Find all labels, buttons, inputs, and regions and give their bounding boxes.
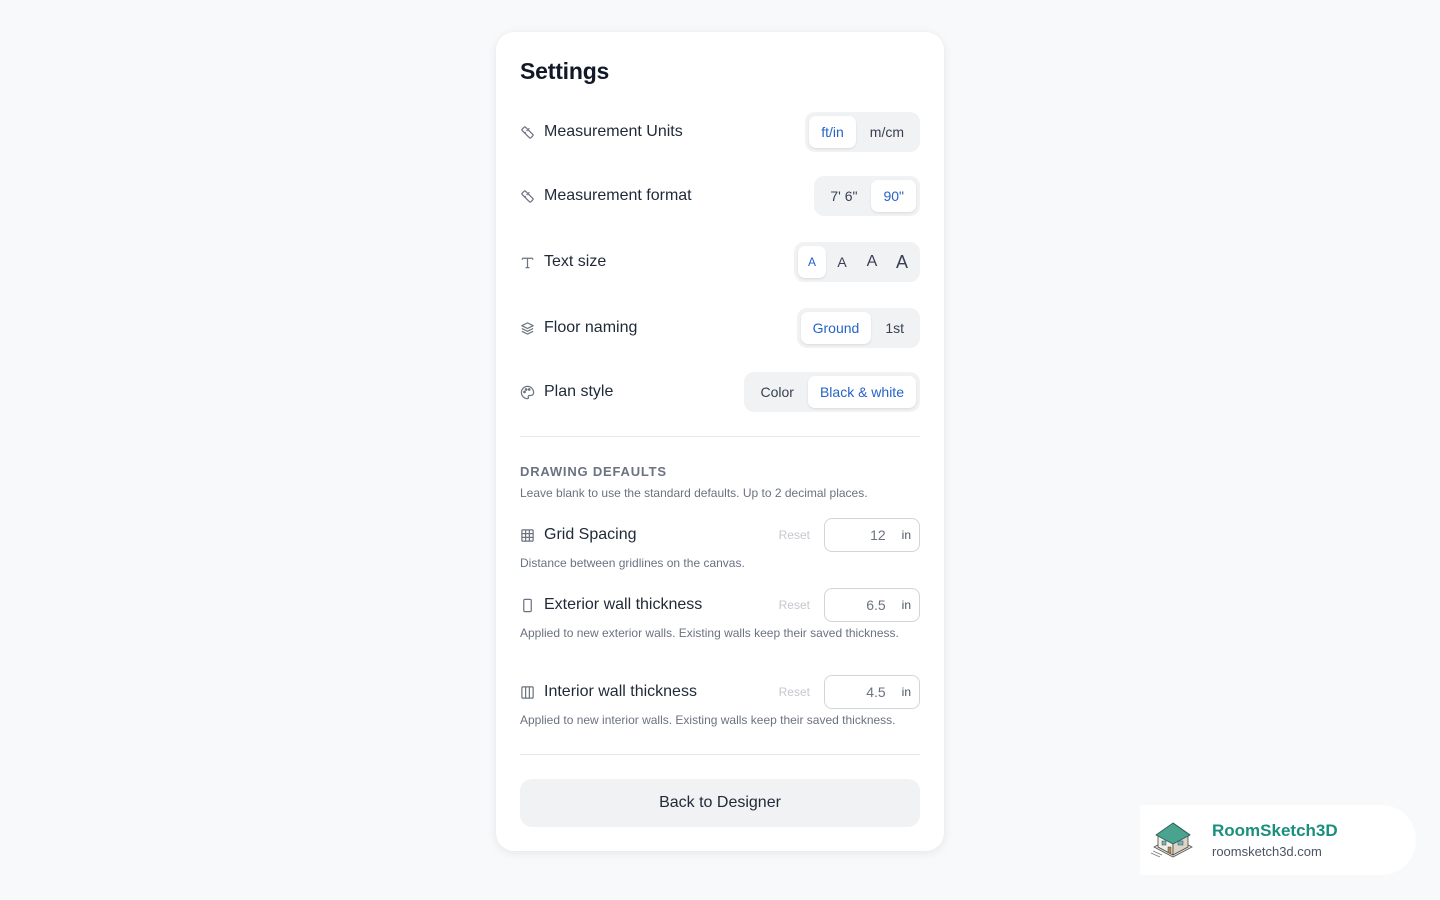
brand-name: RoomSketch3D — [1212, 821, 1338, 840]
grid-spacing-reset[interactable]: Reset — [779, 528, 810, 542]
text-size-icon — [520, 255, 535, 270]
interior-wall-input[interactable] — [829, 684, 886, 700]
exterior-wall-help: Applied to new exterior walls. Existing … — [520, 626, 899, 640]
house-logo-icon — [1148, 817, 1198, 863]
floor-option-ground[interactable]: Ground — [800, 312, 872, 344]
exterior-wall-reset[interactable]: Reset — [779, 598, 810, 612]
measurement-units-row: Measurement Units ft/in m/cm — [520, 112, 920, 152]
page-title: Settings — [520, 58, 610, 84]
drawing-defaults-title: DRAWING DEFAULTS — [520, 464, 667, 479]
grid-icon — [520, 528, 535, 543]
grid-spacing-input[interactable] — [829, 527, 886, 543]
palette-icon — [520, 385, 535, 400]
format-option-inches[interactable]: 90" — [871, 180, 916, 212]
exterior-wall-label: Exterior wall thickness — [544, 596, 703, 613]
plan-style-option-bw[interactable]: Black & white — [807, 376, 916, 408]
measurement-units-label: Measurement Units — [544, 123, 683, 140]
measurement-units-toggle: ft/in m/cm — [805, 112, 920, 152]
plan-style-label: Plan style — [544, 383, 614, 400]
layers-icon — [520, 321, 535, 336]
units-option-m-cm[interactable]: m/cm — [858, 116, 916, 148]
exterior-wall-field: in — [824, 588, 920, 622]
grid-spacing-label: Grid Spacing — [544, 526, 637, 543]
divider — [520, 754, 920, 755]
plan-style-option-color[interactable]: Color — [748, 376, 805, 408]
settings-card: Settings Measurement Units ft/in m/cm Me… — [496, 32, 944, 851]
ruler-icon — [520, 125, 535, 140]
brand-url: roomsketch3d.com — [1212, 844, 1322, 859]
text-size-option-large[interactable]: A — [858, 246, 886, 278]
floor-naming-row: Floor naming Ground 1st — [520, 308, 920, 348]
exterior-wall-row: Exterior wall thickness Reset in — [520, 588, 920, 622]
ruler-icon — [520, 189, 535, 204]
interior-wall-field: in — [824, 675, 920, 709]
grid-spacing-help: Distance between gridlines on the canvas… — [520, 556, 745, 570]
plan-style-row: Plan style Color Black & white — [520, 372, 920, 412]
drawing-defaults-subtitle: Leave blank to use the standard defaults… — [520, 486, 868, 500]
brand-badge[interactable]: RoomSketch3D roomsketch3d.com — [1140, 805, 1416, 875]
text-size-option-small[interactable]: A — [797, 246, 826, 278]
floor-naming-toggle: Ground 1st — [796, 308, 920, 348]
text-size-toggle: A A A A — [793, 242, 920, 282]
measurement-format-row: Measurement format 7' 6" 90" — [520, 176, 920, 216]
plan-style-toggle: Color Black & white — [744, 372, 920, 412]
floor-naming-label: Floor naming — [544, 319, 638, 336]
columns-icon — [520, 685, 535, 700]
grid-spacing-field: in — [824, 518, 920, 552]
divider — [520, 436, 920, 437]
interior-wall-row: Interior wall thickness Reset in — [520, 675, 920, 709]
wall-icon — [520, 598, 535, 613]
exterior-wall-input[interactable] — [829, 597, 886, 613]
floor-option-first[interactable]: 1st — [873, 312, 916, 344]
back-to-designer-button[interactable]: Back to Designer — [520, 779, 920, 827]
grid-spacing-unit: in — [901, 528, 911, 542]
text-size-row: Text size A A A A — [520, 242, 920, 282]
interior-wall-label: Interior wall thickness — [544, 683, 697, 700]
interior-wall-unit: in — [901, 685, 911, 699]
grid-spacing-row: Grid Spacing Reset in — [520, 518, 920, 552]
text-size-option-xlarge[interactable]: A — [888, 246, 916, 278]
measurement-format-label: Measurement format — [544, 187, 692, 204]
units-option-ft-in[interactable]: ft/in — [809, 116, 856, 148]
exterior-wall-unit: in — [901, 598, 911, 612]
interior-wall-reset[interactable]: Reset — [779, 685, 810, 699]
interior-wall-help: Applied to new interior walls. Existing … — [520, 713, 896, 727]
text-size-option-medium[interactable]: A — [828, 246, 856, 278]
measurement-format-toggle: 7' 6" 90" — [814, 176, 920, 216]
format-option-feet-inches[interactable]: 7' 6" — [818, 180, 869, 212]
text-size-label: Text size — [544, 253, 607, 270]
